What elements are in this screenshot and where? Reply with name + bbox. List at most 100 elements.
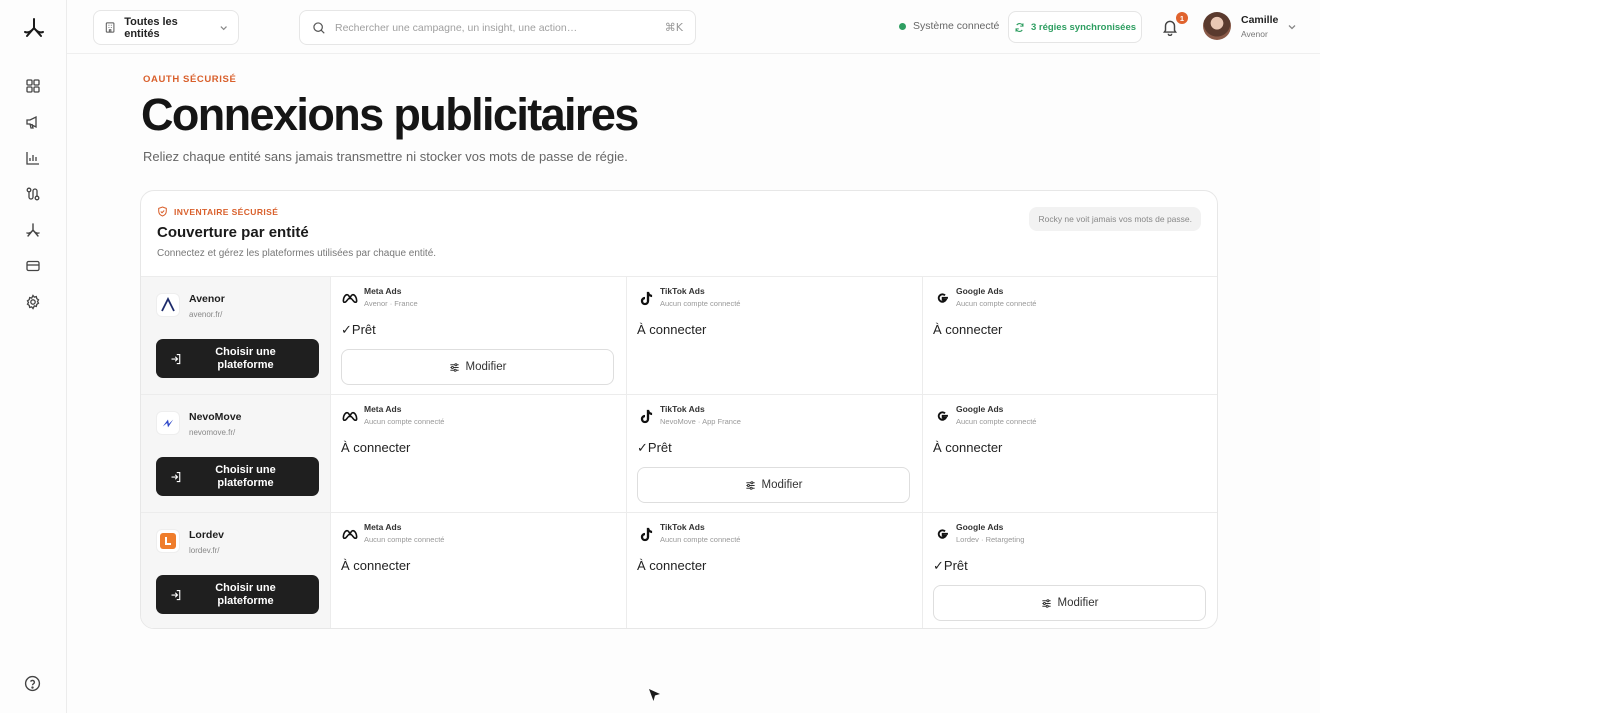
card-icon[interactable]: [23, 256, 43, 276]
platform-cell-meta: Meta Ads Aucun compte connecté À connect…: [331, 513, 627, 628]
platform-status[interactable]: À connecter: [341, 558, 410, 573]
choose-label-line-2: plateforme: [217, 594, 274, 607]
choose-label-line-1: Choisir une: [215, 345, 276, 358]
brand-icon[interactable]: [23, 220, 43, 240]
entity-selector[interactable]: Toutes les entités: [93, 10, 239, 45]
entity-row-lordev: Lordev lordev.fr/ Choisir une plateforme …: [141, 513, 1217, 628]
platform-cell-meta: Meta Ads Aucun compte connecté À connect…: [331, 395, 627, 512]
search-input[interactable]: [335, 21, 656, 34]
platform-name: TikTok Ads: [660, 522, 705, 532]
platform-account: Aucun compte connecté: [660, 299, 741, 308]
login-icon: [162, 471, 190, 483]
entity-selector-label: Toutes les entités: [124, 15, 178, 40]
logo-icon[interactable]: [22, 16, 46, 40]
modify-button[interactable]: Modifier: [637, 467, 910, 503]
platform-status[interactable]: À connecter: [637, 322, 706, 337]
chevron-down-icon[interactable]: [1287, 22, 1297, 32]
platform-account: Avenor · France: [364, 299, 418, 308]
lordev-logo: [156, 529, 180, 553]
modify-label: Modifier: [761, 479, 803, 491]
card-eyebrow: INVENTAIRE SÉCURISÉ: [157, 206, 278, 217]
choose-platform-label: Choisir une plateforme: [190, 464, 319, 490]
megaphone-icon[interactable]: [23, 112, 43, 132]
search-bar[interactable]: ⌘K: [299, 10, 696, 45]
platform-cell-tiktok: TikTok Ads Aucun compte connecté À conne…: [627, 277, 923, 394]
platform-cell-tiktok: TikTok Ads NevoMove · App France ✓Prêt M…: [627, 395, 923, 512]
platform-account: Aucun compte connecté: [956, 299, 1037, 308]
platform-cell-tiktok: TikTok Ads Aucun compte connecté À conne…: [627, 513, 923, 628]
bar-chart-icon[interactable]: [23, 148, 43, 168]
platform-account: Lordev · Retargeting: [956, 535, 1025, 544]
google-icon: [933, 407, 951, 425]
platform-status[interactable]: À connecter: [341, 440, 410, 455]
help-icon[interactable]: [24, 675, 41, 692]
choose-platform-button[interactable]: Choisir une plateforme: [156, 575, 319, 614]
coverage-grid: Avenor avenor.fr/ Choisir une plateforme …: [141, 276, 1217, 628]
platform-account: Aucun compte connecté: [364, 535, 445, 544]
platform-account: NevoMove · App France: [660, 417, 741, 426]
system-status: Système connecté: [899, 20, 999, 32]
shield-icon: [158, 206, 167, 217]
entity-cell: NevoMove nevomove.fr/ Choisir une platefo…: [141, 395, 331, 512]
tiktok-icon: [637, 525, 655, 543]
mouse-cursor-icon: [649, 689, 660, 701]
user-name: Camille: [1241, 14, 1279, 26]
entity-row-nevomove: NevoMove nevomove.fr/ Choisir une platefo…: [141, 395, 1217, 513]
platform-status: ✓Prêt: [341, 322, 376, 337]
user-org: Avenor: [1241, 29, 1268, 39]
meta-icon: [341, 525, 359, 543]
platform-name: Meta Ads: [364, 286, 402, 296]
platform-name: Meta Ads: [364, 404, 402, 414]
platform-cell-google: Google Ads Lordev · Retargeting ✓Prêt Mo…: [923, 513, 1217, 628]
login-icon: [162, 589, 190, 601]
platform-name: Google Ads: [956, 522, 1004, 532]
platform-name: Meta Ads: [364, 522, 402, 532]
sidebar: [0, 0, 67, 713]
nevomove-logo: [156, 411, 180, 435]
settings-icon[interactable]: [23, 292, 43, 312]
platform-account: Aucun compte connecté: [364, 417, 445, 426]
notification-badge: 1: [1176, 12, 1188, 24]
system-status-label: Système connecté: [913, 20, 1000, 32]
entity-cell: Avenor avenor.fr/ Choisir une plateforme: [141, 277, 331, 394]
choose-platform-button[interactable]: Choisir une plateforme: [156, 457, 319, 496]
platform-account: Aucun compte connecté: [660, 535, 741, 544]
modify-button[interactable]: Modifier: [933, 585, 1206, 621]
platform-status: ✓Prêt: [637, 440, 672, 455]
avatar[interactable]: [1203, 12, 1231, 40]
meta-icon: [341, 407, 359, 425]
entity-url: nevomove.fr/: [189, 428, 236, 437]
dashboard-icon[interactable]: [23, 76, 43, 96]
avenor-logo: [156, 293, 180, 317]
entity-name: Lordev: [189, 529, 225, 541]
page-subtitle: Reliez chaque entité sans jamais transme…: [143, 149, 628, 164]
platform-status[interactable]: À connecter: [933, 440, 1002, 455]
google-icon: [933, 525, 951, 543]
tiktok-icon: [637, 407, 655, 425]
chevron-down-icon: [220, 25, 227, 30]
entity-url: lordev.fr/: [189, 546, 220, 555]
building-icon: [105, 22, 115, 33]
entity-row-avenor: Avenor avenor.fr/ Choisir une plateforme …: [141, 277, 1217, 395]
search-shortcut: ⌘K: [664, 21, 683, 34]
platform-status: ✓Prêt: [933, 558, 968, 573]
blank-area: [1320, 0, 1600, 713]
privacy-note: Rocky ne voit jamais vos mots de passe.: [1029, 207, 1201, 231]
platform-cell-meta: Meta Ads Avenor · France ✓Prêt Modifier: [331, 277, 627, 394]
sync-badge[interactable]: 3 régies synchronisées: [1008, 11, 1142, 43]
route-icon[interactable]: [23, 184, 43, 204]
choose-platform-button[interactable]: Choisir une plateforme: [156, 339, 319, 378]
page-title: Connexions publicitaires: [141, 89, 639, 140]
modify-button[interactable]: Modifier: [341, 349, 614, 385]
page-eyebrow: OAUTH SÉCURISÉ: [143, 74, 237, 85]
platform-status[interactable]: À connecter: [637, 558, 706, 573]
platform-cell-google: Google Ads Aucun compte connecté À conne…: [923, 277, 1217, 394]
sliders-icon: [449, 362, 459, 372]
choose-platform-label: Choisir une plateforme: [190, 582, 319, 608]
card-eyebrow-label: INVENTAIRE SÉCURISÉ: [174, 206, 279, 217]
sliders-icon: [745, 480, 755, 490]
entity-name: NevoMove: [189, 411, 242, 423]
sync-badge-label: 3 régies synchronisées: [1030, 21, 1137, 33]
platform-status[interactable]: À connecter: [933, 322, 1002, 337]
status-dot: [899, 22, 906, 30]
